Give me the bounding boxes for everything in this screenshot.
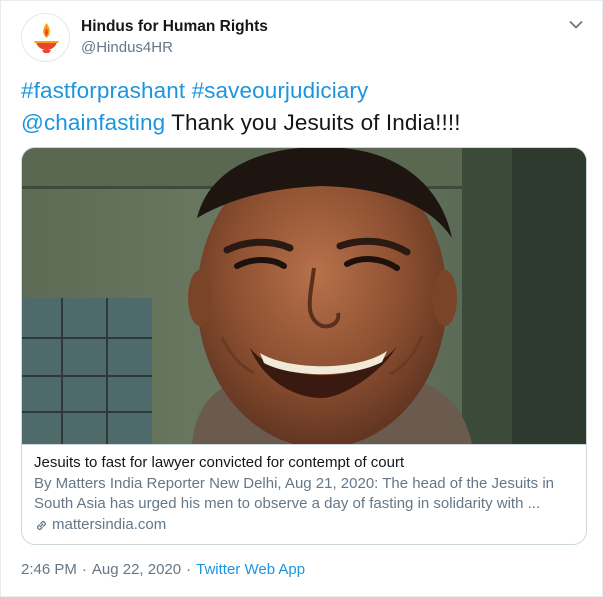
separator: ·: [81, 561, 87, 578]
hashtag-fastforprashant[interactable]: #fastforprashant: [21, 78, 185, 103]
link-icon: [34, 518, 49, 533]
tweet-source-link[interactable]: Twitter Web App: [196, 561, 305, 578]
card-domain-text: mattersindia.com: [52, 516, 167, 533]
diya-lamp-icon: [34, 23, 59, 53]
hashtag-saveourjudiciary[interactable]: #saveourjudiciary: [192, 78, 369, 103]
card-domain: mattersindia.com: [34, 515, 576, 535]
tweet-header: Hindus for Human Rights @Hindus4HR: [21, 13, 586, 63]
handle[interactable]: @Hindus4HR: [81, 38, 268, 58]
tweet-body-text: Thank you Jesuits of India!!!!: [165, 110, 461, 135]
avatar[interactable]: [21, 13, 70, 62]
card-title[interactable]: Jesuits to fast for lawyer convicted for…: [34, 453, 576, 473]
account-names: Hindus for Human Rights @Hindus4HR: [81, 17, 268, 58]
tweet-date[interactable]: Aug 22, 2020: [92, 561, 181, 578]
chevron-down-icon[interactable]: [566, 15, 586, 35]
display-name[interactable]: Hindus for Human Rights: [81, 17, 268, 37]
mention-chainfasting[interactable]: @chainfasting: [21, 110, 165, 135]
link-card[interactable]: Jesuits to fast for lawyer convicted for…: [21, 147, 587, 545]
tweet-meta: 2:46 PM · Aug 22, 2020 · Twitter Web App: [21, 560, 305, 580]
card-photo: [22, 148, 586, 444]
card-description: By Matters India Reporter New Delhi, Aug…: [34, 475, 555, 512]
card-body[interactable]: Jesuits to fast for lawyer convicted for…: [22, 444, 586, 544]
card-image[interactable]: [22, 148, 586, 444]
tweet-time[interactable]: 2:46 PM: [21, 561, 77, 578]
separator: ·: [186, 561, 192, 578]
tweet: Hindus for Human Rights @Hindus4HR #fast…: [0, 0, 603, 597]
tweet-text: #fastforprashant #saveourjudiciary @chain…: [21, 75, 586, 139]
